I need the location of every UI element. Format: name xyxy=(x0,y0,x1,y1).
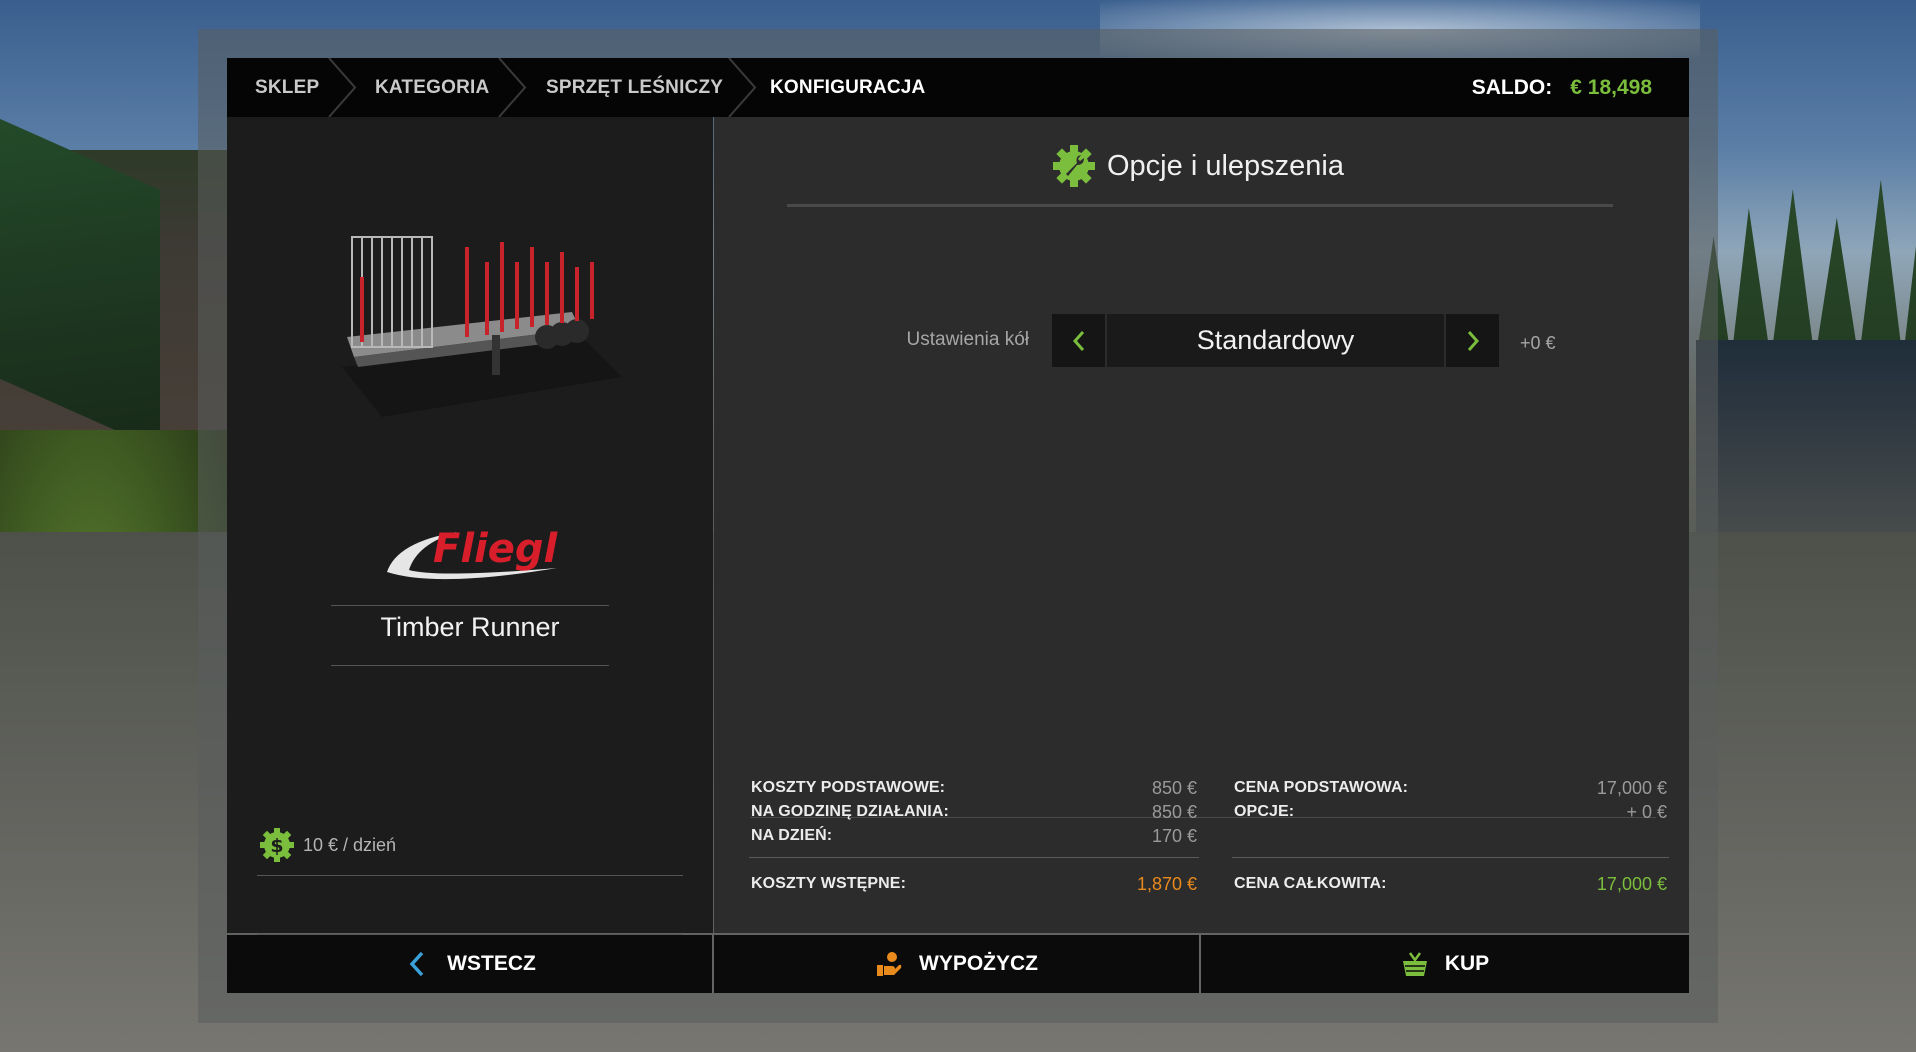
per-day-value: 170 € xyxy=(1151,826,1197,846)
breadcrumb: SKLEP KATEGORIA SPRZĘT LEŚNICZY KONFIGUR… xyxy=(227,58,1689,117)
breadcrumb-separator-icon xyxy=(328,58,357,117)
lease-button-label: WYPOŻYCZ xyxy=(919,952,1038,975)
breadcrumb-separator-icon xyxy=(498,58,527,117)
balance-label: SALDO: xyxy=(1471,76,1553,99)
balance-value: € 18,498 xyxy=(1570,76,1652,99)
lease-button[interactable]: WYPOŻYCZ xyxy=(714,935,1199,993)
back-button-label: WSTECZ xyxy=(447,952,536,975)
fliegl-logo: Fliegl xyxy=(387,526,559,580)
next-option-button[interactable] xyxy=(1446,314,1499,367)
chevron-right-icon xyxy=(1467,330,1479,351)
base-costs-value: 850 € xyxy=(1151,778,1197,798)
options-price-label: OPCJE: xyxy=(1234,803,1295,820)
initial-costs-value: 1,870 € xyxy=(1136,874,1197,894)
breadcrumb-category[interactable]: KATEGORIA xyxy=(375,58,489,117)
vehicle-image xyxy=(342,236,622,417)
buy-button[interactable]: KUP xyxy=(1201,935,1689,993)
wheel-setting-selector: Standardowy xyxy=(1052,314,1499,367)
base-price-value: 17,000 € xyxy=(1596,778,1667,798)
svg-text:Fliegl: Fliegl xyxy=(433,526,559,572)
shed xyxy=(1696,340,1916,550)
divider xyxy=(331,605,609,606)
vehicle-panel: Fliegl Timber Runner $ 10 € / dzień xyxy=(227,117,713,935)
options-title: Opcje i ulepszenia xyxy=(1107,150,1344,182)
lease-hand-icon xyxy=(875,950,903,978)
total-price-value: 17,000 € xyxy=(1596,874,1667,894)
base-price-label: CENA PODSTAWOWA: xyxy=(1234,779,1409,796)
buy-button-label: KUP xyxy=(1444,952,1490,975)
shop-panel: SKLEP KATEGORIA SPRZĘT LEŚNICZY KONFIGUR… xyxy=(227,58,1689,993)
per-day-label: NA DZIEŃ: xyxy=(751,827,833,844)
wheel-setting-value: Standardowy xyxy=(1107,314,1444,367)
action-bar: WSTECZ WYPOŻYCZ KUP xyxy=(227,935,1689,993)
divider xyxy=(257,875,683,876)
divider xyxy=(331,665,609,666)
per-hour-value: 850 € xyxy=(1151,802,1197,822)
wheel-setting-price: +0 € xyxy=(1520,333,1556,353)
wrench-gear-icon xyxy=(1053,145,1095,187)
total-price-label: CENA CAŁKOWITA: xyxy=(1234,875,1387,892)
rent-price: 10 € / dzień xyxy=(303,835,397,855)
svg-text:$: $ xyxy=(270,835,283,857)
balance: SALDO: € 18,498 xyxy=(1472,58,1652,117)
breadcrumb-separator-icon xyxy=(728,58,757,117)
vehicle-name: Timber Runner xyxy=(380,612,560,642)
breadcrumb-configuration: KONFIGURACJA xyxy=(770,77,926,98)
base-costs-label: KOSZTY PODSTAWOWE: xyxy=(751,779,946,796)
breadcrumb-shop[interactable]: SKLEP xyxy=(255,58,319,117)
chevron-left-icon xyxy=(1072,330,1084,351)
dollar-icon: $ xyxy=(260,828,294,862)
divider xyxy=(787,204,1613,207)
tree-line xyxy=(1696,179,1916,360)
previous-option-button[interactable] xyxy=(1052,314,1105,367)
options-price-value: + 0 € xyxy=(1626,802,1667,822)
chevron-left-icon xyxy=(403,950,431,978)
divider xyxy=(749,857,1199,858)
basket-icon xyxy=(1401,950,1429,978)
breadcrumb-forestry[interactable]: SPRZĘT LEŚNICZY xyxy=(546,58,723,117)
back-button[interactable]: WSTECZ xyxy=(227,935,712,993)
initial-costs-label: KOSZTY WSTĘPNE: xyxy=(751,875,906,892)
divider xyxy=(1232,857,1669,858)
per-hour-label: NA GODZINĘ DZIAŁANIA: xyxy=(751,803,949,820)
wheel-setting-label: Ustawienia kół xyxy=(906,329,1030,350)
